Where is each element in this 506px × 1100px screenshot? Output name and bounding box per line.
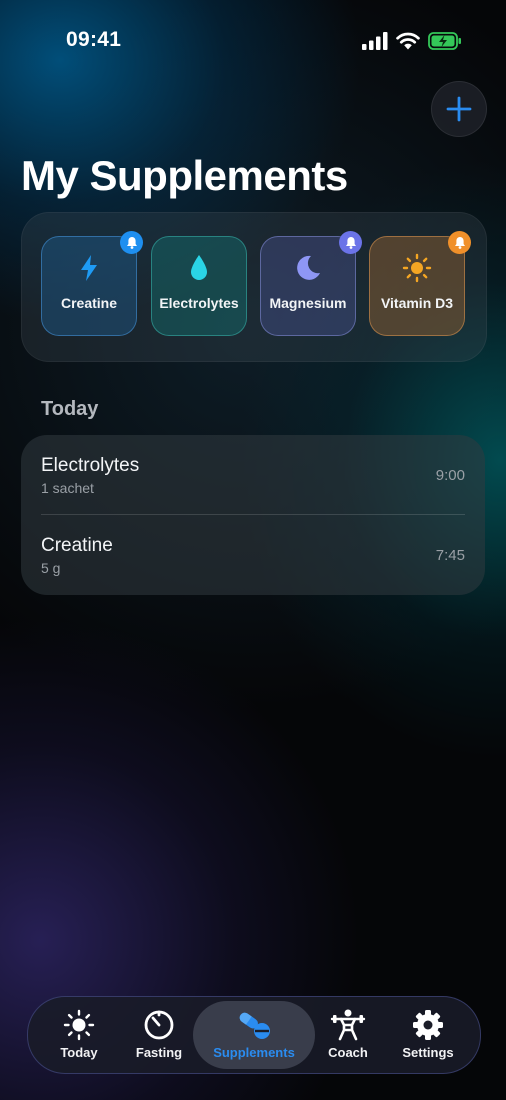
entry-dose: 1 sachet — [41, 480, 94, 496]
entry-name: Electrolytes — [41, 455, 140, 476]
supplement-label: Creatine — [60, 295, 118, 311]
tab-label: Coach — [328, 1045, 368, 1060]
gear-icon — [413, 1010, 443, 1040]
sun-icon — [63, 1009, 95, 1041]
entry-name: Creatine — [41, 535, 113, 556]
page-title: My Supplements — [21, 152, 348, 199]
weightlifter-icon — [330, 1009, 366, 1041]
supplement-label: Electrolytes — [159, 295, 239, 311]
moon-icon — [297, 255, 320, 280]
entry-dose: 5 g — [41, 560, 61, 576]
section-title-today: Today — [41, 398, 99, 420]
battery-charging-icon — [428, 32, 461, 50]
supplement-tile-vitamin-d3[interactable]: Vitamin D3 — [369, 231, 471, 336]
reminder-bell-icon — [448, 231, 471, 254]
tab-label: Supplements — [213, 1045, 295, 1060]
tab-settings[interactable]: Settings — [396, 997, 460, 1073]
add-supplement-button[interactable] — [431, 81, 487, 137]
reminder-bell-icon — [339, 231, 362, 254]
supplement-label: Magnesium — [269, 295, 347, 311]
tab-bar: Today Fasting Supplements Coach Settings — [27, 996, 481, 1074]
plus-icon — [446, 96, 472, 122]
list-item[interactable]: Creatine 5 g 7:45 — [21, 515, 485, 595]
tab-label: Settings — [402, 1045, 454, 1060]
entry-time: 9:00 — [435, 467, 465, 484]
tab-today[interactable]: Today — [50, 997, 108, 1073]
today-intake-list: Electrolytes 1 sachet 9:00 Creatine 5 g … — [21, 435, 485, 595]
pills-icon — [239, 1012, 270, 1039]
tab-label: Fasting — [135, 1045, 183, 1060]
drop-icon — [191, 255, 207, 280]
supplement-label: Vitamin D3 — [380, 295, 454, 311]
supplement-tile-creatine[interactable]: Creatine — [41, 231, 143, 336]
signal-icon — [362, 32, 388, 50]
sun-icon — [402, 253, 432, 283]
tab-supplements[interactable]: Supplements — [198, 997, 310, 1073]
tab-coach[interactable]: Coach — [320, 997, 376, 1073]
entry-time: 7:45 — [435, 547, 465, 564]
status-bar: 09:41 — [0, 0, 506, 84]
tab-label: Today — [60, 1045, 98, 1060]
bolt-icon — [81, 255, 97, 281]
tab-fasting[interactable]: Fasting — [128, 997, 190, 1073]
timer-icon — [144, 1010, 174, 1040]
supplement-tile-magnesium[interactable]: Magnesium — [260, 231, 362, 336]
wifi-icon — [396, 32, 420, 50]
supplement-tile-electrolytes[interactable]: Electrolytes — [151, 236, 247, 336]
list-item[interactable]: Electrolytes 1 sachet 9:00 — [21, 435, 485, 515]
supplements-panel: Creatine Electrolytes Magnesium Vitamin … — [21, 212, 487, 362]
reminder-bell-icon — [120, 231, 143, 254]
status-time: 09:41 — [66, 28, 122, 51]
